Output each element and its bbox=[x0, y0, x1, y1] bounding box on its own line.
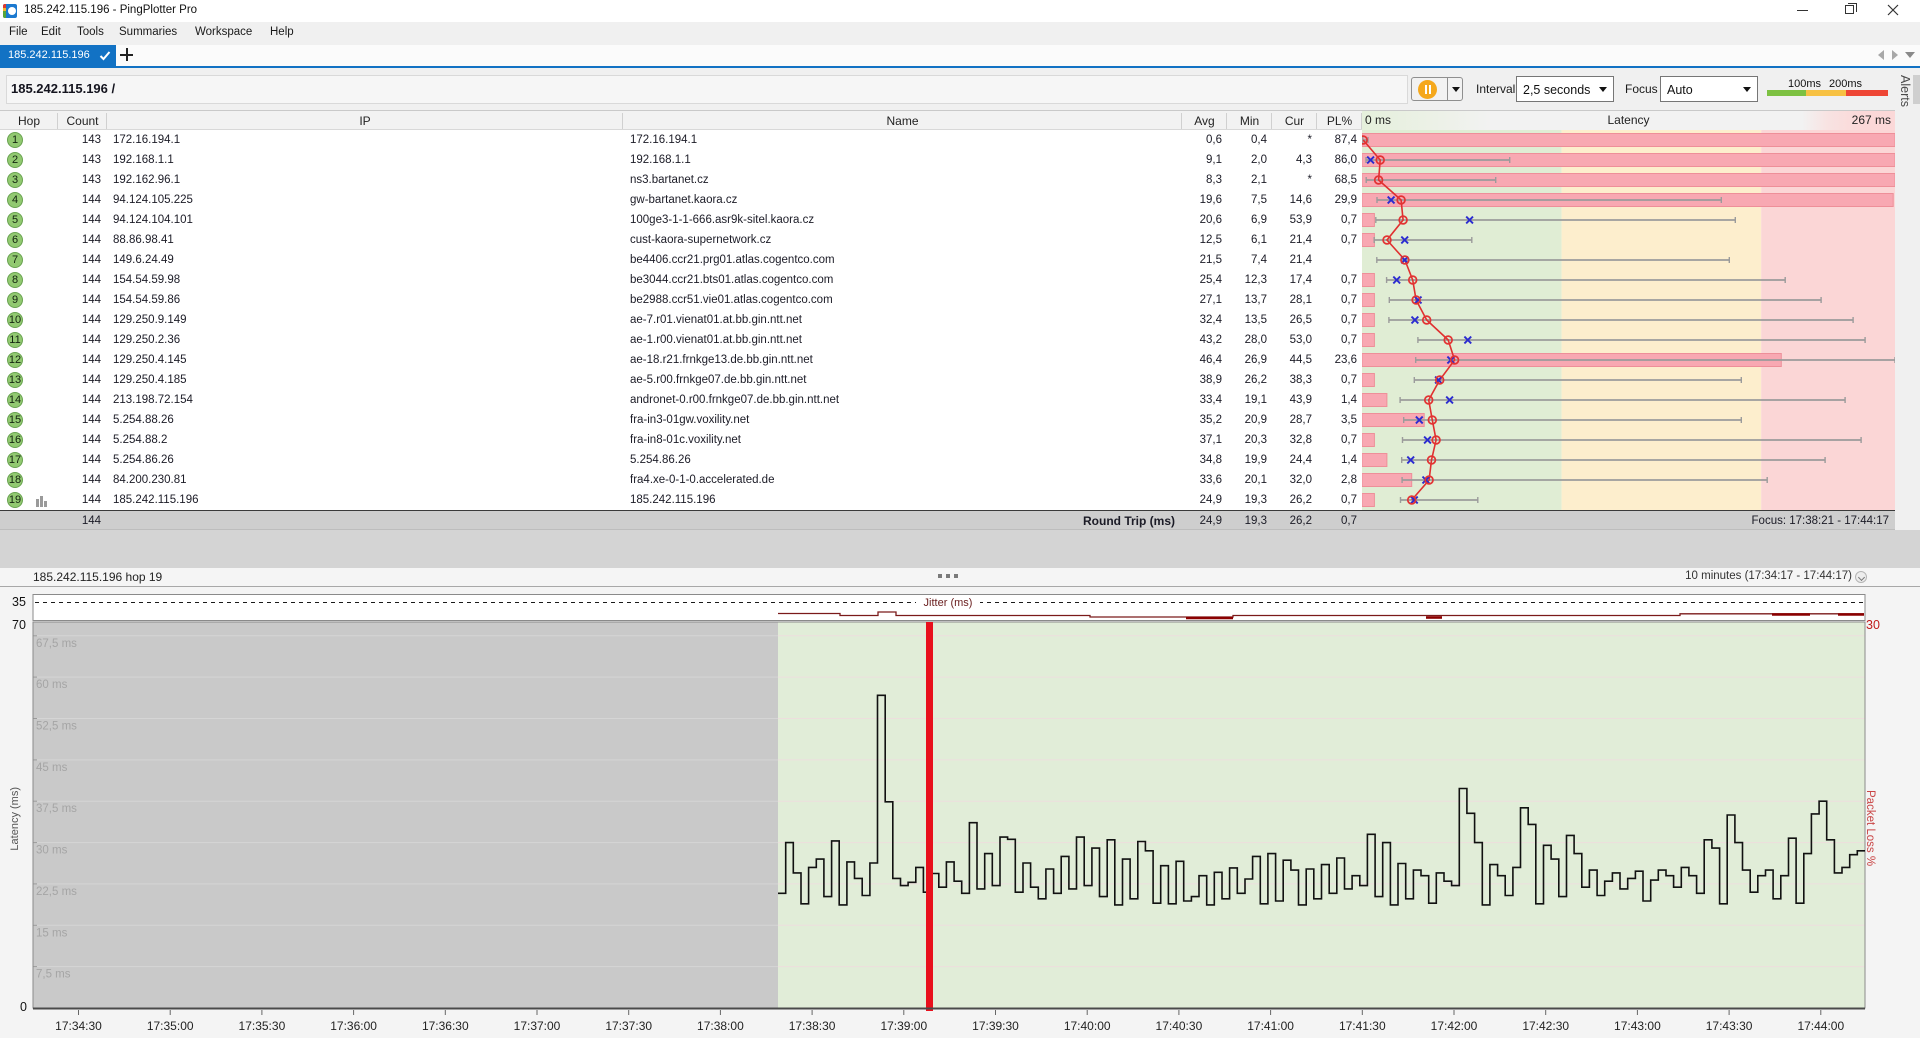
svg-text:17:36:30: 17:36:30 bbox=[422, 1019, 469, 1033]
svg-text:17:37:30: 17:37:30 bbox=[605, 1019, 652, 1033]
svg-text:7,5 ms: 7,5 ms bbox=[36, 969, 71, 981]
svg-text:17:35:30: 17:35:30 bbox=[239, 1019, 286, 1033]
svg-text:45 ms: 45 ms bbox=[36, 762, 68, 774]
svg-text:17:38:00: 17:38:00 bbox=[697, 1019, 744, 1033]
svg-text:17:39:00: 17:39:00 bbox=[880, 1019, 927, 1033]
svg-text:22,5 ms: 22,5 ms bbox=[36, 886, 77, 898]
svg-text:17:40:00: 17:40:00 bbox=[1064, 1019, 1111, 1033]
svg-text:30 ms: 30 ms bbox=[36, 845, 68, 857]
svg-text:17:38:30: 17:38:30 bbox=[789, 1019, 836, 1033]
svg-text:17:42:30: 17:42:30 bbox=[1522, 1019, 1569, 1033]
svg-text:17:44:00: 17:44:00 bbox=[1797, 1019, 1844, 1033]
svg-text:37,5 ms: 37,5 ms bbox=[36, 803, 77, 815]
svg-text:17:39:30: 17:39:30 bbox=[972, 1019, 1019, 1033]
svg-text:17:37:00: 17:37:00 bbox=[514, 1019, 561, 1033]
svg-text:52,5 ms: 52,5 ms bbox=[36, 721, 77, 733]
svg-text:17:41:00: 17:41:00 bbox=[1247, 1019, 1294, 1033]
svg-text:17:36:00: 17:36:00 bbox=[330, 1019, 377, 1033]
svg-text:17:43:00: 17:43:00 bbox=[1614, 1019, 1661, 1033]
svg-text:17:41:30: 17:41:30 bbox=[1339, 1019, 1386, 1033]
svg-text:17:34:30: 17:34:30 bbox=[55, 1019, 102, 1033]
svg-text:67,5 ms: 67,5 ms bbox=[36, 638, 77, 650]
svg-text:15 ms: 15 ms bbox=[36, 927, 68, 939]
svg-text:17:42:00: 17:42:00 bbox=[1431, 1019, 1478, 1033]
svg-text:Jitter (ms): Jitter (ms) bbox=[924, 597, 973, 609]
svg-text:17:35:00: 17:35:00 bbox=[147, 1019, 194, 1033]
svg-text:17:43:30: 17:43:30 bbox=[1706, 1019, 1753, 1033]
svg-text:17:40:30: 17:40:30 bbox=[1156, 1019, 1203, 1033]
svg-text:60 ms: 60 ms bbox=[36, 679, 68, 691]
